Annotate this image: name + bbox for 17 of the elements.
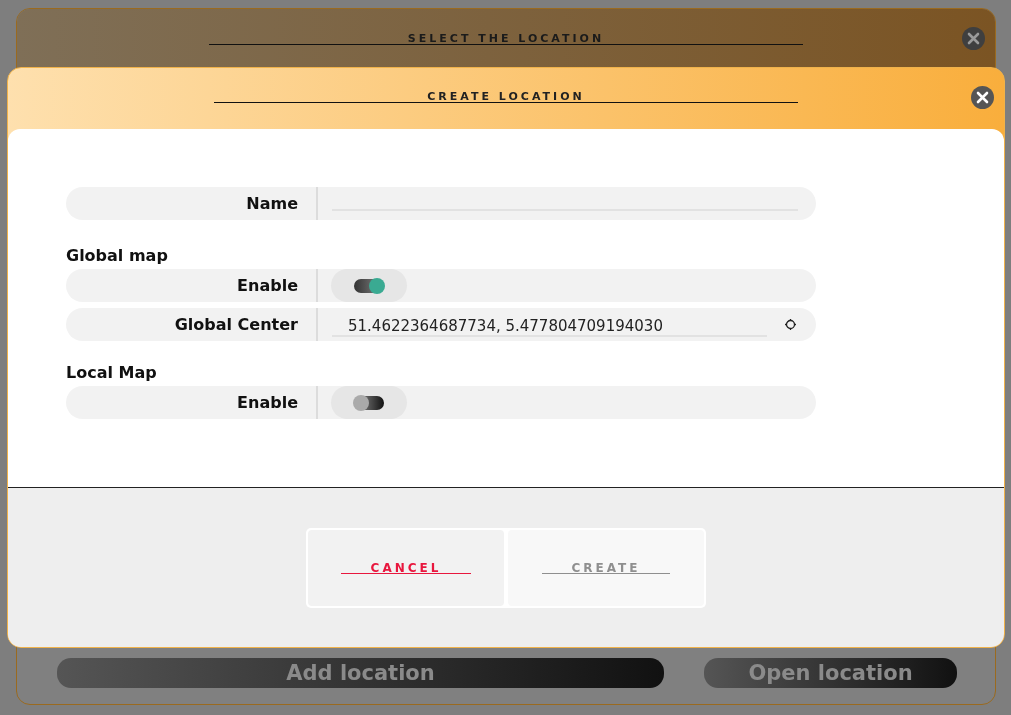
close-icon[interactable] <box>962 27 985 50</box>
dialog-title: CREATE LOCATION <box>214 90 798 103</box>
close-icon[interactable] <box>971 86 994 109</box>
location-button[interactable]: Open location <box>704 658 957 688</box>
dialog-title: SELECT THE LOCATION <box>209 32 803 45</box>
coordinates-field[interactable]: 51.4622364687734, 5.477804709194030 <box>332 313 767 337</box>
location-button[interactable]: Add location <box>57 658 664 688</box>
section-heading: Local Map <box>66 363 158 382</box>
toggle-switch[interactable] <box>331 386 407 419</box>
field-label: Enable <box>66 386 318 419</box>
field-label: Name <box>66 187 318 220</box>
field-label: Global Center <box>66 308 318 341</box>
field-label: Enable <box>66 269 318 302</box>
toggle-switch[interactable] <box>331 269 407 302</box>
location-target-icon[interactable] <box>785 319 796 330</box>
cancel-button[interactable]: CANCEL <box>308 530 504 606</box>
section-heading: Global map <box>66 246 169 265</box>
